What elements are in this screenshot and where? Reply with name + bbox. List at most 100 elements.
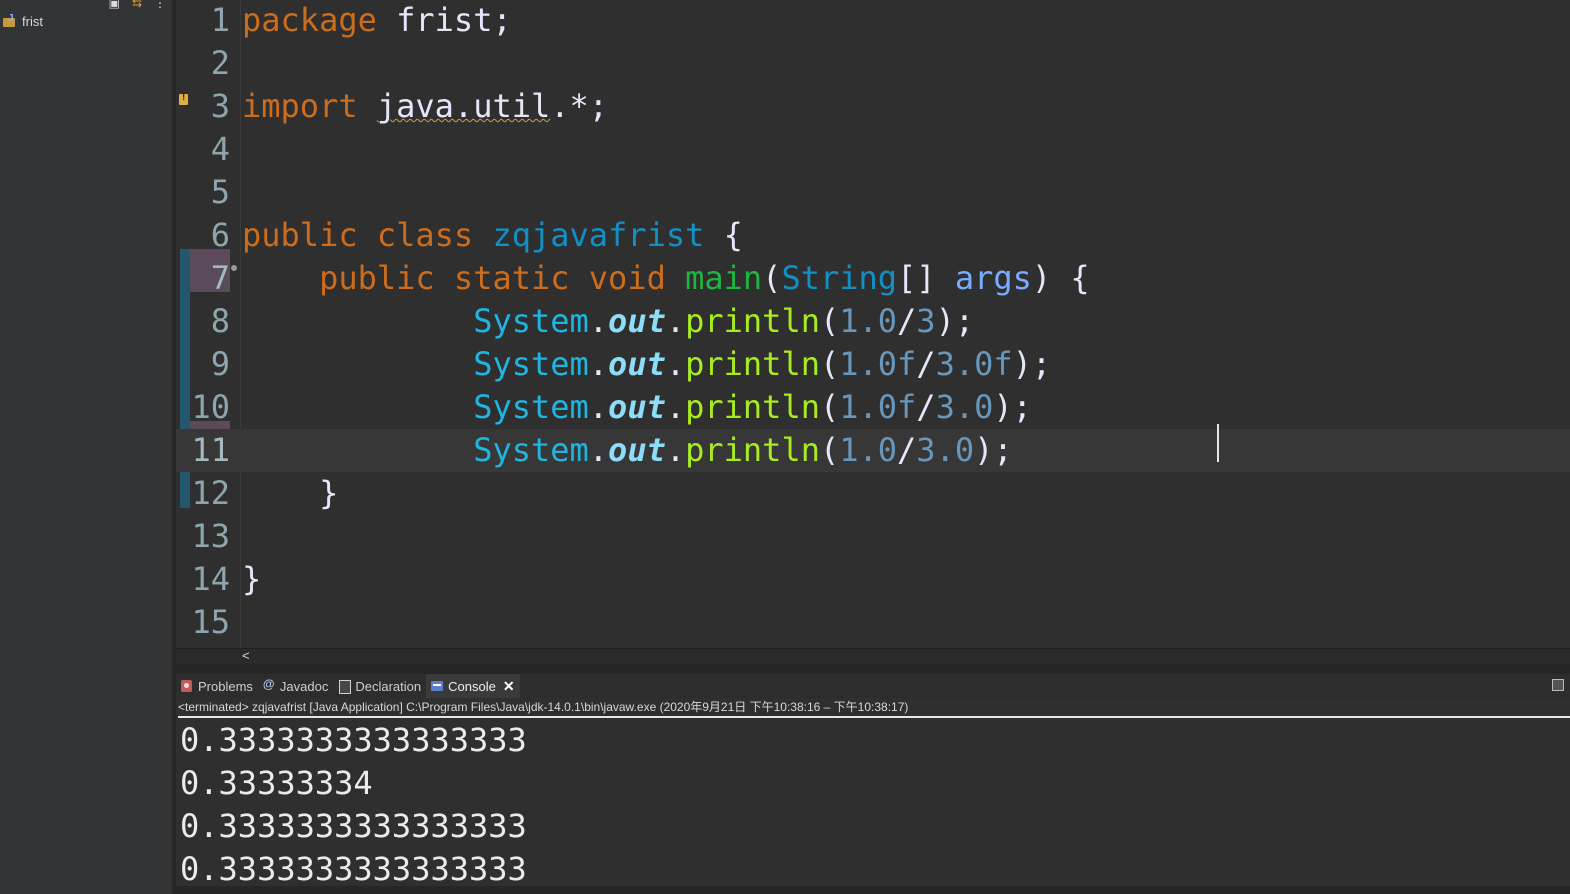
code-token: import <box>242 87 358 125</box>
code-token: 3.0 <box>916 431 975 469</box>
console-status: <terminated> zqjavafrist [Java Applicati… <box>178 698 1570 718</box>
tab-label: Console <box>448 678 496 694</box>
code-token: . <box>588 302 609 340</box>
close-icon[interactable]: ✕ <box>503 678 515 695</box>
code-token: ); <box>1012 345 1052 383</box>
line-number: 5 <box>210 173 230 211</box>
project-tree-item[interactable]: frist <box>2 13 43 29</box>
code-token: [] <box>897 259 955 297</box>
collapse-all-icon[interactable]: ▣ <box>109 0 120 10</box>
code-token: String <box>781 259 898 297</box>
code-line[interactable]: 2 <box>176 42 1570 85</box>
console-line: 0.3333333333333333 <box>180 721 527 759</box>
console-line: 0.3333333333333333 <box>180 807 527 845</box>
code-line[interactable]: 11 System.out.println(1.0/3.0); <box>176 429 1570 472</box>
console-line: 0.3333333333333333 <box>180 850 527 888</box>
code-text: System.out.println(1.0f/3.0); <box>242 386 1032 429</box>
code-token: 1.0 <box>839 302 898 340</box>
code-line[interactable]: 8 System.out.println(1.0/3); <box>176 300 1570 343</box>
tab-label: Problems <box>198 678 253 694</box>
code-token: 1.0 <box>839 431 898 469</box>
line-number: 11 <box>191 431 230 469</box>
line-number: 13 <box>191 517 230 555</box>
fold-toggle-icon[interactable] <box>231 265 237 271</box>
code-line[interactable]: 4 <box>176 128 1570 171</box>
code-text: System.out.println(1.0f/3.0f); <box>242 343 1051 386</box>
project-name: frist <box>22 14 43 29</box>
code-token: println <box>685 431 820 469</box>
code-token: static <box>453 259 570 297</box>
horizontal-scrollbar[interactable]: < <box>176 648 1570 665</box>
code-token: ) { <box>1031 259 1090 297</box>
console-output[interactable]: 0.3333333333333333 0.33333334 0.33333333… <box>180 719 527 891</box>
code-token: zqjavafrist <box>492 216 705 254</box>
code-line[interactable]: 9 System.out.println(1.0f/3.0f); <box>176 343 1570 386</box>
code-text: } <box>242 558 261 601</box>
code-token: . <box>588 345 609 383</box>
code-line[interactable]: 1 package frist; <box>176 0 1570 42</box>
warning-icon[interactable] <box>178 92 190 106</box>
code-token: } <box>242 560 262 598</box>
code-line[interactable]: 6 public class zqjavafrist { <box>176 214 1570 257</box>
line-number: 1 <box>210 1 230 39</box>
code-token: out <box>608 302 666 340</box>
code-token: println <box>685 345 820 383</box>
link-with-editor-icon[interactable]: ⇆ <box>132 0 142 10</box>
code-token: public <box>242 216 358 254</box>
tab-problems[interactable]: Problems <box>176 674 258 698</box>
javadoc-icon <box>263 677 276 693</box>
maximize-icon[interactable] <box>1552 679 1564 691</box>
code-token: ( <box>819 388 840 426</box>
tab-console[interactable]: Console ✕ <box>426 674 520 698</box>
code-token: println <box>685 388 820 426</box>
code-token: ( <box>762 259 782 297</box>
code-text: import java.util.*; <box>242 85 608 128</box>
line-number: 14 <box>191 560 230 598</box>
code-text: public static void main(String[] args) { <box>242 257 1090 300</box>
console-line: 0.33333334 <box>180 764 373 802</box>
code-line[interactable]: 13 <box>176 515 1570 558</box>
horizontal-splitter[interactable] <box>176 664 1570 674</box>
code-token: class <box>376 216 474 254</box>
code-line[interactable]: 15 <box>176 601 1570 644</box>
code-line[interactable]: 12 } <box>176 472 1570 515</box>
code-token: ( <box>819 345 840 383</box>
text-cursor <box>1217 424 1219 462</box>
code-text: package frist; <box>242 0 512 42</box>
code-text: System.out.println(1.0/3); <box>242 300 974 343</box>
code-text: } <box>242 472 338 515</box>
code-token: / <box>916 345 936 383</box>
console-icon <box>431 680 444 693</box>
code-token: 3.0 <box>935 388 994 426</box>
code-line[interactable]: 7 public static void main(String[] args)… <box>176 257 1570 300</box>
code-token: 3 <box>916 302 936 340</box>
panel-bottom-edge <box>176 886 1570 894</box>
line-number: 12 <box>191 474 230 512</box>
explorer-toolbar: ▣ ⇆ ⋮ <box>109 0 166 10</box>
code-token: ); <box>993 388 1032 426</box>
code-token: . <box>665 302 686 340</box>
code-line[interactable]: 10 System.out.println(1.0f/3.0); <box>176 386 1570 429</box>
code-token: void <box>588 259 666 297</box>
tab-javadoc[interactable]: Javadoc <box>258 674 333 698</box>
code-token: 1.0f <box>839 388 917 426</box>
code-token: . <box>665 431 686 469</box>
code-token: . <box>665 388 686 426</box>
code-token: { <box>704 216 743 254</box>
line-number: 2 <box>210 44 230 82</box>
code-token: / <box>897 431 917 469</box>
code-line[interactable]: 14} <box>176 558 1570 601</box>
code-token: public <box>319 259 435 297</box>
scroll-left-icon[interactable]: < <box>242 648 250 663</box>
tab-declaration[interactable]: Declaration <box>333 674 426 698</box>
code-line[interactable]: 3 import java.util.*; <box>176 85 1570 128</box>
code-line[interactable]: 5 <box>176 171 1570 214</box>
view-menu-icon[interactable]: ⋮ <box>154 0 166 10</box>
code-editor[interactable]: 1 package frist; 2 3 import java.util.*; 4 5 6 p… <box>176 0 1570 648</box>
bottom-panel: Problems Javadoc Declaration Console ✕ <… <box>176 674 1570 894</box>
